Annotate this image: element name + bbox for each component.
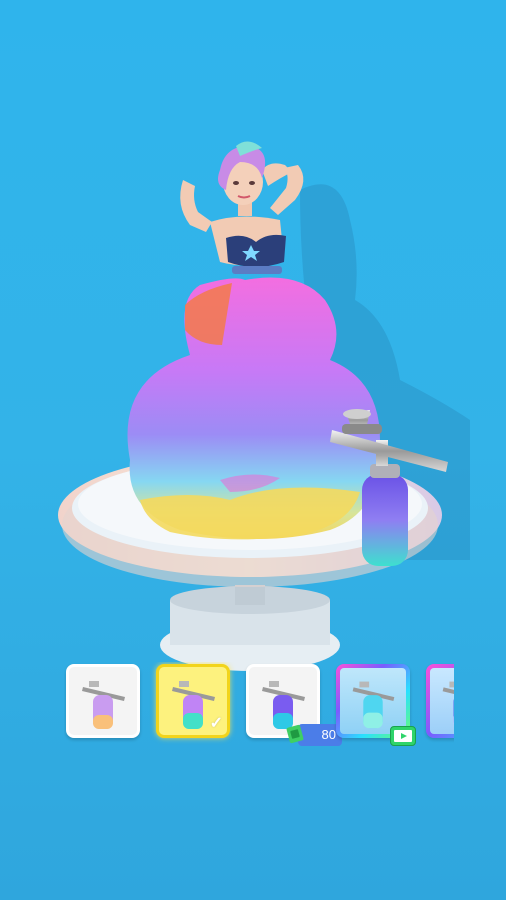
price-value: 80	[321, 727, 336, 742]
doll-character	[180, 141, 304, 274]
game-scene	[58, 141, 470, 671]
selected-check-icon: ✓	[209, 715, 223, 732]
shop-slot-spray-1[interactable]	[66, 664, 140, 738]
shop-slot-spray-2[interactable]: ✓	[156, 664, 230, 738]
watch-ad-video-icon	[390, 726, 416, 746]
shop-slot-spray-5[interactable]	[426, 664, 454, 738]
airbrush-shop-bar: ✓ 80	[64, 662, 454, 746]
cash-icon	[286, 724, 304, 744]
airbrush-icon	[442, 681, 454, 726]
airbrush-icon	[352, 681, 395, 729]
airbrush-icon	[82, 681, 125, 729]
